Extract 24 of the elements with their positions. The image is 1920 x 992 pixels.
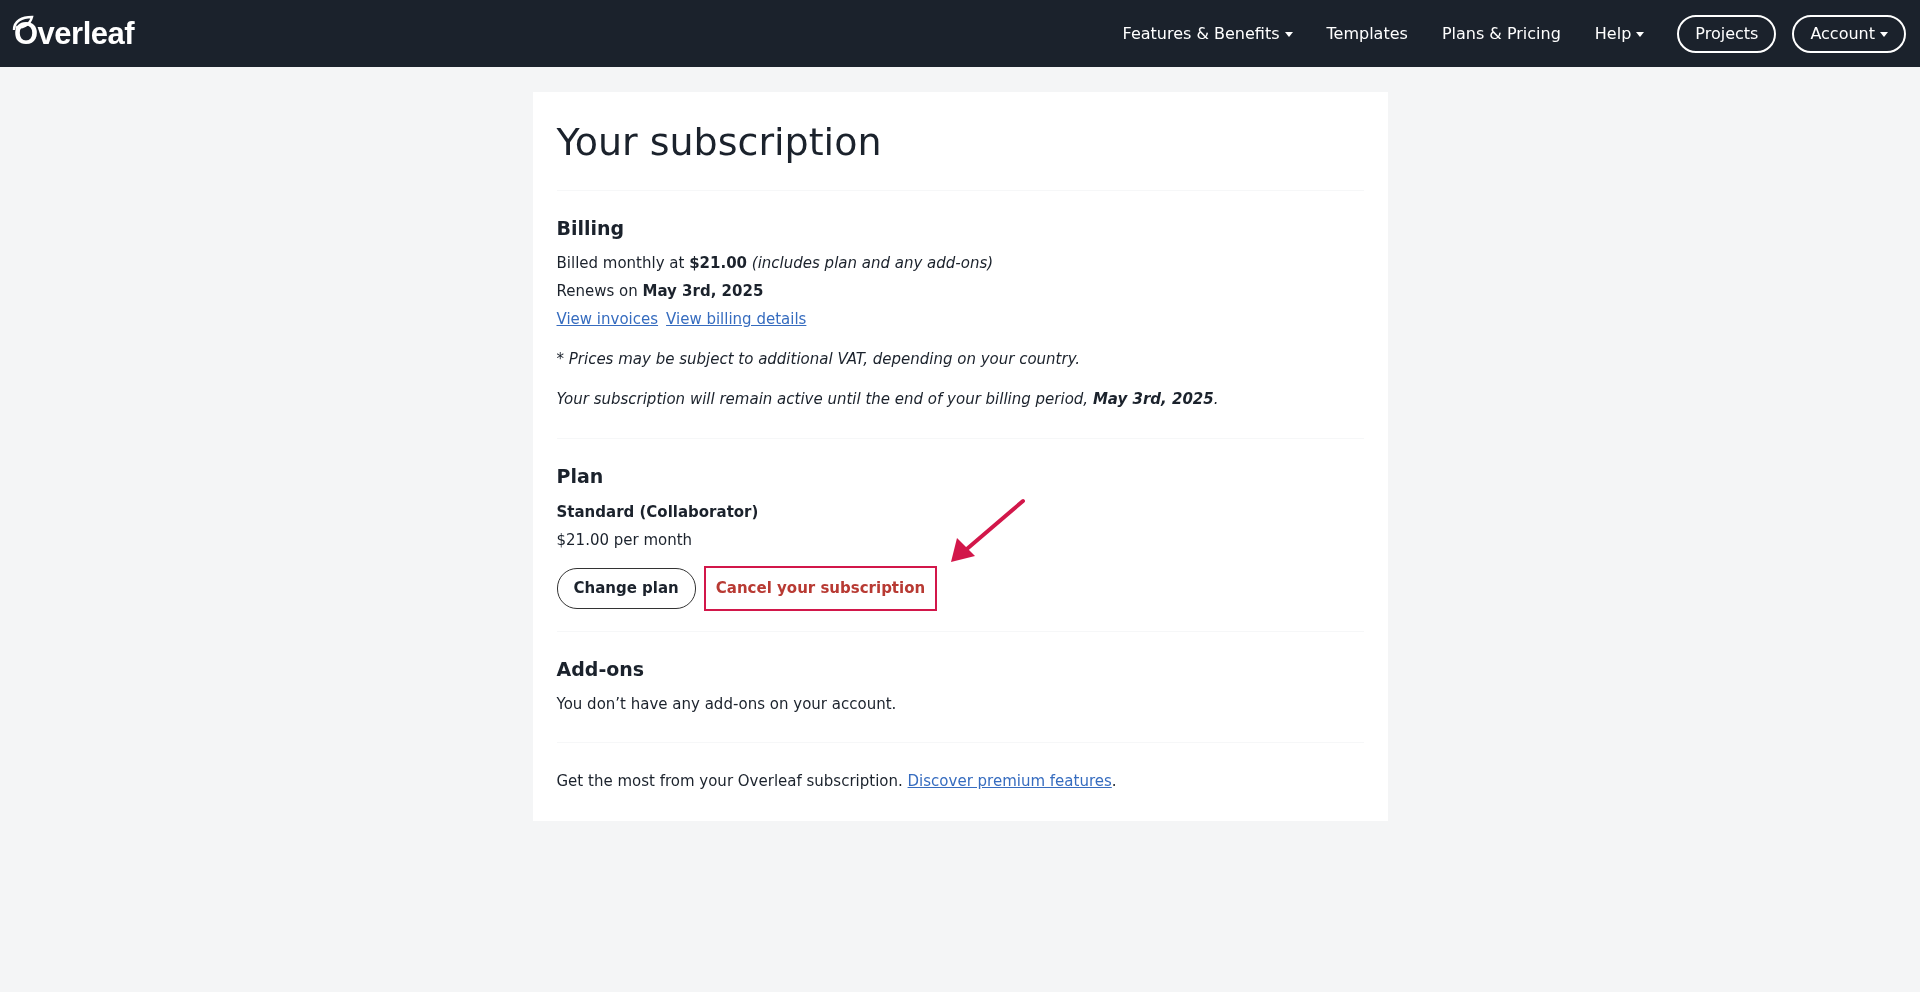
link[interactable]: View billing details bbox=[666, 305, 807, 334]
link[interactable]: Discover premium features bbox=[907, 772, 1112, 791]
footer-text: Get the most from your Overleaf subscription. Discover premium features. bbox=[556, 771, 1118, 793]
plan-price: $21.00 per month bbox=[556, 530, 694, 552]
addons-text: You don’t have any add-ons on your account. bbox=[556, 694, 898, 716]
logo[interactable]: Overleaf bbox=[14, 18, 135, 49]
nav-button[interactable]: Account bbox=[1792, 14, 1906, 53]
billing-text: Renews on May 3rd, 2025 bbox=[556, 281, 765, 303]
section-heading: Plan bbox=[556, 465, 605, 489]
billing-text: Billed monthly at $21.00 (includes plan and any add-ons) bbox=[556, 253, 995, 275]
change-plan-button[interactable]: Change plan bbox=[556, 568, 696, 609]
note-text: Your subscription will remain active until the end of your billing period, May 3rd, 2025. bbox=[556, 389, 1220, 411]
nav-link[interactable]: Templates bbox=[1309, 15, 1425, 52]
section-heading: Add-ons bbox=[556, 657, 646, 681]
page-title: Your subscription bbox=[556, 120, 883, 166]
nav-link[interactable]: Help bbox=[1577, 15, 1662, 52]
plan-name: Standard (Collaborator) bbox=[556, 502, 760, 524]
note-text: * Prices may be subject to additional VAT, depending on your country. bbox=[556, 349, 1082, 371]
link[interactable]: View invoices bbox=[556, 305, 659, 334]
nav-link[interactable]: Features & Benefits bbox=[1105, 15, 1310, 52]
cancel-subscription-button[interactable]: Cancel your subscription bbox=[705, 568, 936, 609]
nav-button[interactable]: Projects bbox=[1677, 14, 1777, 53]
nav-link[interactable]: Plans & Pricing bbox=[1424, 15, 1578, 52]
section-heading: Billing bbox=[556, 216, 626, 240]
